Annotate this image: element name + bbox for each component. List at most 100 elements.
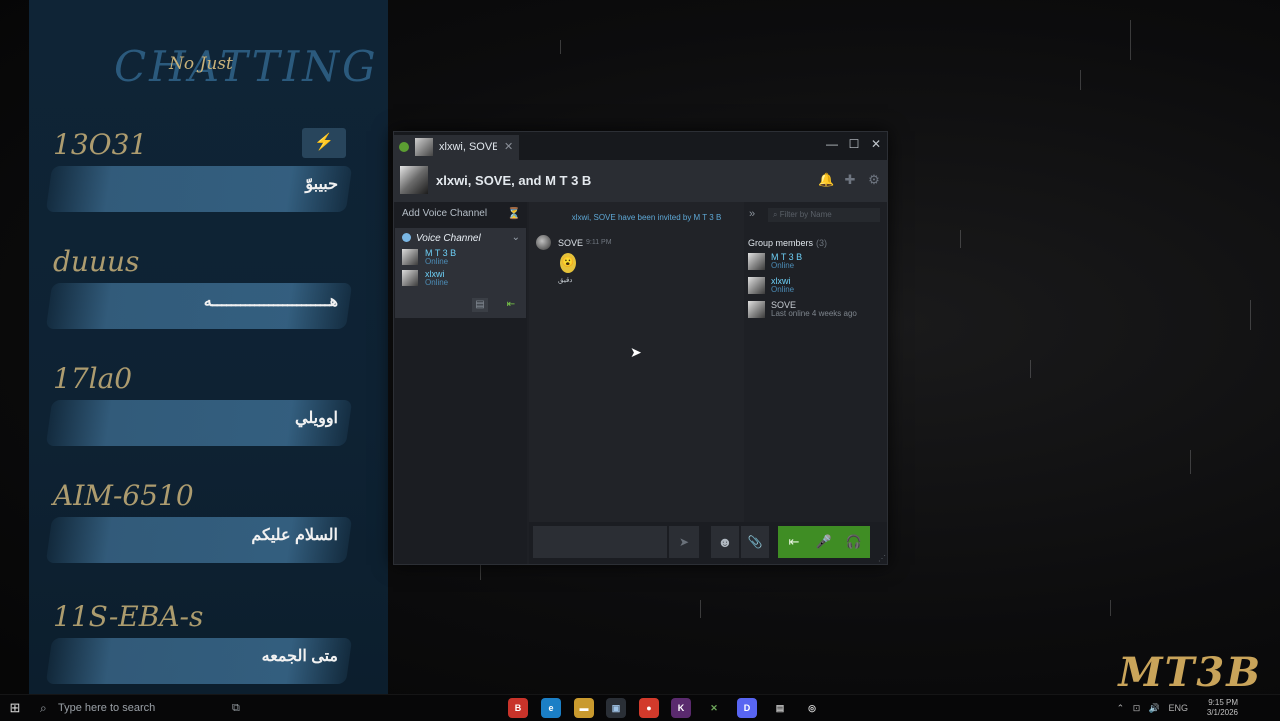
steam-window-icon[interactable]: ▣ [606,698,626,718]
headphones-button[interactable]: 🎧 [839,526,869,558]
voice-user-status: Online [425,257,449,266]
search-icon: ⌕ [40,701,47,715]
add-voice-channel-button[interactable]: Add Voice Channel [402,208,487,219]
minimize-button[interactable]: — [824,136,840,152]
send-button[interactable]: ➤ [669,526,699,558]
message-input[interactable] [533,526,667,558]
sticker-icon[interactable]: 😮 [560,253,576,273]
leave-voice-icon[interactable]: ⇤ [503,298,519,312]
emoticon-button[interactable]: ☻ [711,526,739,558]
voice-user-status: Online [425,278,449,287]
chat-entry[interactable]: 11S-EBA-s متى الجمعه [29,600,388,694]
entry-name: AIM-6510 [53,479,194,512]
search-placeholder: Type here to search [58,702,156,714]
voice-channel-header[interactable]: Voice Channel [402,233,481,244]
tab-avatar [415,138,433,156]
avatar [402,249,418,265]
voice-active-icon [399,142,409,152]
member-item[interactable]: xlxwi Online [748,276,883,298]
maximize-button[interactable]: ☐ [846,136,862,152]
members-title-label: Group members [748,238,814,248]
attach-button[interactable]: 📎 [741,526,769,558]
entry-name: 11S-EBA-s [53,600,204,633]
voice-channel-label: Voice Channel [416,233,481,244]
taskbar-clock[interactable]: 9:15 PM 3/1/2026 [1207,698,1238,718]
network-icon[interactable]: ⊡ [1133,703,1141,713]
task-view-icon[interactable]: ⧉ [232,695,248,721]
chat-entry[interactable]: duuus هـــــــــــــــــــــــــه [29,245,388,355]
group-avatar [400,166,428,194]
windows-start-icon[interactable]: ⊞ [0,695,30,721]
voice-channel[interactable]: Voice Channel ⌄ M T 3 B Online xlxwi Onl… [395,228,526,318]
member-item[interactable]: M T 3 B Online [748,252,883,274]
member-status: Last online 4 weeks ago [771,309,857,318]
voice-user[interactable]: xlxwi Online [402,269,522,289]
clock-time: 9:15 PM [1208,698,1238,707]
chevron-down-icon[interactable]: ⌄ [512,232,520,243]
clock-date: 3/1/2026 [1206,708,1238,717]
chrome-icon[interactable]: ● [639,698,659,718]
xbox-icon[interactable]: ✕ [704,698,724,718]
notepad-icon[interactable]: ▤ [770,698,790,718]
bell-icon[interactable]: 🔔 [818,172,834,188]
taskbar-search[interactable]: ⌕ Type here to search [36,698,226,718]
message-time: 9:11 PM [586,239,612,246]
invite-friend-icon[interactable]: ✚ [842,172,858,188]
entry-message: اوويلي [295,410,338,427]
entry-name: 17la0 [53,362,133,395]
avatar [402,270,418,286]
lightning-icon: ⚡ [302,128,346,158]
microphone-button[interactable]: 🎤 [809,526,839,558]
voice-column: Add Voice Channel ⏳ Voice Channel ⌄ M T … [394,202,527,564]
sticker-caption: دقيق [558,277,573,284]
chat-tab[interactable]: xlxwi, SOVE, a ✕ [394,135,519,160]
collapse-members-icon[interactable]: » [749,208,755,220]
discord-icon[interactable]: D [737,698,757,718]
wallpaper-logo: MT3B [1118,649,1262,696]
voice-channel-icon[interactable]: ⏳ [507,207,521,220]
leave-voice-button[interactable]: ⇤ [779,526,809,558]
avatar [748,301,765,318]
entry-message: السلام عليكم [251,527,338,544]
entry-message: متى الجمعه [261,648,338,665]
close-button[interactable]: ✕ [868,136,884,152]
gear-icon[interactable]: ⚙ [866,172,882,188]
message-composer: ➤ ☻ 📎 ⇤ 🎤 🎧 ⋰ [529,522,887,564]
kick-icon[interactable]: K [671,698,691,718]
volume-icon[interactable]: 🔊 [1149,703,1160,713]
members-panel: » ⌕ Filter by Name Group members (3) M T … [744,202,887,522]
filter-placeholder: Filter by Name [779,210,832,219]
chat-entry[interactable]: 17la0 اوويلي [29,362,388,472]
member-status: Online [771,261,795,270]
language-indicator[interactable]: ENG [1168,703,1188,713]
system-message: xlxwi, SOVE have been invited by M T 3 B [571,213,722,222]
entry-name: 13O31 [53,128,148,161]
avatar [748,253,765,270]
brave-icon[interactable]: B [508,698,528,718]
search-icon: ⌕ [773,210,778,219]
voice-user[interactable]: M T 3 B Online [402,248,522,268]
panel-heading: CHATTING [114,42,379,91]
chevron-up-icon[interactable]: ⌃ [1117,703,1125,713]
voice-settings-icon[interactable]: ▤ [472,298,488,312]
entry-message: حبيبوّ [305,176,338,193]
edge-icon[interactable]: e [541,698,561,718]
chat-entry[interactable]: 13O31 ⚡ حبيبوّ [29,128,388,238]
avatar[interactable] [536,235,551,250]
entry-message: هـــــــــــــــــــــــــه [203,293,338,310]
system-tray: ⌃ ⊡ 🔊 ENG [1111,695,1188,721]
voice-controls: ⇤ 🎤 🎧 [778,526,870,558]
taskbar: ⊞ ⌕ Type here to search ⧉ B e ▬ ▣ ● K ✕ … [0,694,1280,721]
member-item[interactable]: SOVE Last online 4 weeks ago [748,300,883,322]
message-author[interactable]: SOVE [558,238,583,248]
resize-handle-icon[interactable]: ⋰ [878,554,886,563]
entry-name: duuus [53,245,140,278]
member-status: Online [771,285,795,294]
chat-entry[interactable]: AIM-6510 السلام عليكم [29,479,388,589]
filter-input[interactable]: ⌕ Filter by Name [768,208,880,222]
tab-close-icon[interactable]: ✕ [504,140,513,153]
steam-client-icon[interactable]: ◎ [802,698,822,718]
file-explorer-icon[interactable]: ▬ [574,698,594,718]
window-titlebar[interactable]: xlxwi, SOVE, a ✕ — ☐ ✕ [394,132,887,160]
members-count: (3) [816,238,828,248]
